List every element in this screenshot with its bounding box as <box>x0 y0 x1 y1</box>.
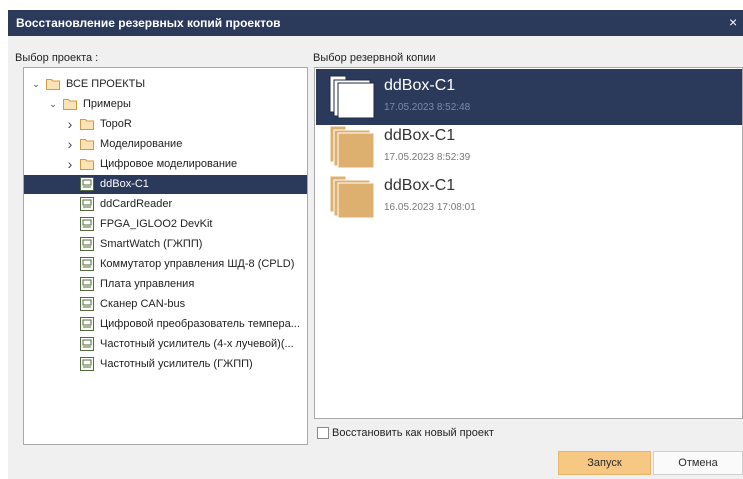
run-button[interactable]: Запуск <box>558 451 651 475</box>
backup-folder-icon <box>329 175 375 222</box>
tree-item[interactable]: Частотный усилитель (4-х лучевой)(... <box>24 335 307 354</box>
chevron-down-icon[interactable]: ⌄ <box>31 75 41 94</box>
backup-folder-icon <box>329 125 375 172</box>
tree-item-label: TopoR <box>100 118 132 130</box>
tree-item-label: Примеры <box>83 98 131 110</box>
backup-date: 16.05.2023 17:08:01 <box>384 202 476 213</box>
tree-item-label: FPGA_IGLOO2 DevKit <box>100 218 213 230</box>
top-strip <box>0 0 743 10</box>
chevron-right-icon[interactable]: › <box>65 135 75 154</box>
tree-item[interactable]: Цифровой преобразователь темпера... <box>24 315 307 334</box>
tree-item[interactable]: Коммутатор управления ШД-8 (CPLD) <box>24 255 307 274</box>
tree-item-label: Плата управления <box>100 278 195 290</box>
chevron-down-icon[interactable]: ⌄ <box>48 95 58 114</box>
tree-item[interactable]: › Моделирование <box>24 135 307 154</box>
backup-name: ddBox-C1 <box>384 77 456 94</box>
backup-name: ddBox-C1 <box>384 127 456 144</box>
chevron-right-icon[interactable]: › <box>65 115 75 134</box>
restore-backups-dialog: Восстановление резервных копий проектов … <box>8 10 743 479</box>
backup-item[interactable]: ddBox-C1 17.05.2023 8:52:48 <box>316 69 742 125</box>
tree-item-label: Цифровой преобразователь темпера... <box>100 318 300 330</box>
tree-item-label: ddCardReader <box>100 198 173 210</box>
tree-item-label: Частотный усилитель (4-х лучевой)(... <box>100 338 294 350</box>
tree-item-label: Сканер CAN-bus <box>100 298 186 310</box>
tree-item[interactable]: Частотный усилитель (ГЖПП) <box>24 355 307 374</box>
project-icon <box>80 357 94 378</box>
tree-item-label: Моделирование <box>100 138 183 150</box>
backup-name: ddBox-C1 <box>384 177 456 194</box>
chevron-right-icon[interactable]: › <box>65 155 75 174</box>
tree-item[interactable]: FPGA_IGLOO2 DevKit <box>24 215 307 234</box>
tree-item-label: ddBox-C1 <box>100 178 149 190</box>
dialog-title: Восстановление резервных копий проектов <box>16 16 281 30</box>
close-icon[interactable]: × <box>729 14 743 30</box>
backup-item[interactable]: ddBox-C1 17.05.2023 8:52:39 <box>316 119 742 175</box>
backup-list[interactable]: ddBox-C1 17.05.2023 8:52:48 ddBox-C1 17.05.… <box>314 67 743 419</box>
title-bar: Восстановление резервных копий проектов … <box>8 10 743 36</box>
project-tree[interactable]: ⌄ ВСЕ ПРОЕКТЫ ⌄ Примеры › TopoR › Моделирование… <box>23 67 308 445</box>
backup-folder-icon <box>329 75 375 122</box>
tree-item[interactable]: › TopoR <box>24 115 307 134</box>
tree-item[interactable]: ddCardReader <box>24 195 307 214</box>
tree-item[interactable]: ddBox-C1 <box>24 175 307 194</box>
backup-select-label: Выбор резервной копии <box>313 52 436 64</box>
tree-item[interactable]: › Цифровое моделирование <box>24 155 307 174</box>
tree-item-label: Цифровое моделирование <box>100 158 238 170</box>
tree-item[interactable]: SmartWatch (ГЖПП) <box>24 235 307 254</box>
restore-as-new-checkbox[interactable] <box>317 427 329 439</box>
tree-item-label: Коммутатор управления ШД-8 (CPLD) <box>100 258 295 270</box>
tree-item-label: ВСЕ ПРОЕКТЫ <box>66 78 146 90</box>
tree-item[interactable]: ⌄ ВСЕ ПРОЕКТЫ <box>24 75 307 94</box>
backup-date: 17.05.2023 8:52:39 <box>384 152 471 163</box>
cancel-button[interactable]: Отмена <box>653 451 743 475</box>
tree-item[interactable]: Сканер CAN-bus <box>24 295 307 314</box>
tree-item[interactable]: ⌄ Примеры <box>24 95 307 114</box>
restore-as-new-label: Восстановить как новый проект <box>332 427 494 439</box>
backup-item[interactable]: ddBox-C1 16.05.2023 17:08:01 <box>316 169 742 225</box>
tree-item[interactable]: Плата управления <box>24 275 307 294</box>
project-select-label: Выбор проекта : <box>15 52 99 64</box>
backup-date: 17.05.2023 8:52:48 <box>384 102 471 113</box>
tree-item-label: Частотный усилитель (ГЖПП) <box>100 358 253 370</box>
tree-item-label: SmartWatch (ГЖПП) <box>100 238 203 250</box>
